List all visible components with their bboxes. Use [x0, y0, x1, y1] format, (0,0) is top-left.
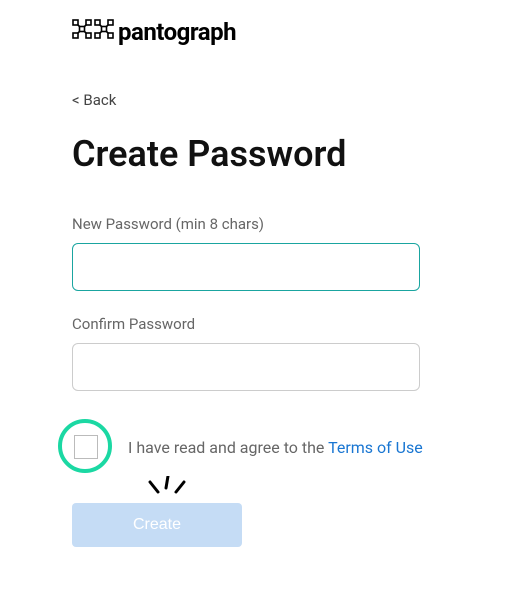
brand: pantograph [72, 18, 445, 46]
terms-row: I have read and agree to the Terms of Us… [58, 419, 431, 475]
brand-logo-icon [72, 19, 114, 45]
back-link[interactable]: < Back [72, 91, 116, 109]
terms-text: I have read and agree to the Terms of Us… [128, 438, 423, 457]
checkbox-highlight [58, 419, 114, 475]
terms-prefix: I have read and agree to the [128, 438, 328, 457]
confirm-password-group: Confirm Password [72, 315, 445, 391]
terms-link[interactable]: Terms of Use [328, 438, 423, 457]
new-password-group: New Password (min 8 chars) [72, 215, 445, 291]
create-button[interactable]: Create [72, 503, 242, 547]
confirm-password-label: Confirm Password [72, 315, 445, 333]
new-password-input[interactable] [72, 243, 420, 291]
page-title: Create Password [72, 133, 445, 175]
highlight-ring-icon [58, 419, 112, 473]
confirm-password-input[interactable] [72, 343, 420, 391]
new-password-label: New Password (min 8 chars) [72, 215, 445, 233]
brand-name: pantograph [118, 18, 236, 46]
